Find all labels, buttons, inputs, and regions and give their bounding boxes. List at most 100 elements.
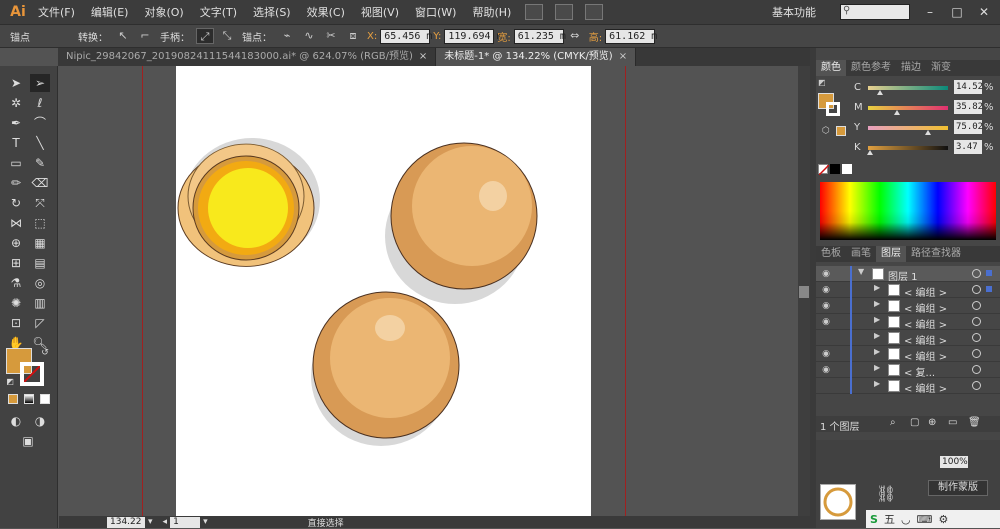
black-track[interactable] xyxy=(868,146,948,150)
tab-nipic-document[interactable]: Nipic_29842067_20190824111544183000.ai* … xyxy=(58,48,437,66)
menu-edit[interactable]: 编辑(E) xyxy=(83,4,137,20)
zoom-dropdown-icon[interactable]: ▾ xyxy=(148,517,153,527)
menu-window[interactable]: 窗口(W) xyxy=(407,4,464,20)
layer-name[interactable]: < 编组 > xyxy=(904,380,947,395)
pencil-tool-icon[interactable]: ✏ xyxy=(6,174,26,192)
connect-endpoints-icon[interactable]: ∿ xyxy=(300,28,318,44)
cyan-thumb[interactable] xyxy=(877,90,883,95)
visibility-eye-icon[interactable] xyxy=(819,331,833,345)
magenta-thumb[interactable] xyxy=(893,110,900,115)
default-colors-icon[interactable]: ◩ xyxy=(4,376,16,388)
layer-row[interactable]: ▶ < 编组 > xyxy=(816,378,1000,395)
layer-row[interactable]: ◉ ▶ < 编组 > xyxy=(816,298,1000,315)
arrange-documents-icon[interactable] xyxy=(555,4,574,20)
visibility-eye-icon[interactable]: ◉ xyxy=(819,299,833,313)
menu-file[interactable]: 文件(F) xyxy=(30,4,83,20)
layer-name[interactable]: < 复... xyxy=(904,364,935,379)
minimize-button[interactable]: – xyxy=(918,3,942,21)
punctuation-icon[interactable]: ◡ xyxy=(901,513,911,526)
none-mode-icon[interactable] xyxy=(40,394,50,404)
new-sublayer-icon[interactable]: ⊕ xyxy=(928,417,936,428)
layer-row-top[interactable]: ◉ ▼ 图层 1 xyxy=(816,266,1000,283)
expand-arrow-icon[interactable]: ▶ xyxy=(874,347,880,356)
expand-arrow-icon[interactable]: ▼ xyxy=(858,267,864,276)
remove-anchor-icon[interactable]: ⌁ xyxy=(278,28,296,44)
delete-layer-icon[interactable]: 🗑︎ xyxy=(968,417,981,428)
hide-handles-icon[interactable]: ⤡ xyxy=(218,28,236,44)
zoom-field[interactable]: 134.22 xyxy=(107,516,145,528)
perspective-grid-tool-icon[interactable]: ▦ xyxy=(30,234,50,252)
tab-stroke[interactable]: 描边 xyxy=(896,60,926,76)
gradient-mode-icon[interactable] xyxy=(24,394,34,404)
ime-logo-icon[interactable]: S xyxy=(870,513,878,526)
new-layer-icon[interactable]: ▭ xyxy=(948,417,957,428)
white-swatch[interactable] xyxy=(842,164,852,174)
target-circle-icon[interactable] xyxy=(972,381,981,390)
none-color-icon[interactable] xyxy=(818,164,830,176)
visibility-eye-icon[interactable] xyxy=(819,379,833,393)
transparency-thumbnail[interactable] xyxy=(820,484,856,520)
width-tool-icon[interactable]: ⋈ xyxy=(6,214,26,232)
color-mode-icon[interactable] xyxy=(8,394,18,404)
artboard-tool-icon[interactable]: ⊡ xyxy=(6,314,26,332)
workspace-switcher[interactable]: 基本功能 xyxy=(772,4,816,20)
expand-arrow-icon[interactable]: ▶ xyxy=(874,331,880,340)
layer-name[interactable]: < 编组 > xyxy=(904,332,947,347)
yellow-track[interactable] xyxy=(868,126,948,130)
bridge-icon[interactable] xyxy=(525,4,544,20)
convert-to-corner-icon[interactable]: ↖ xyxy=(114,28,132,44)
curvature-tool-icon[interactable]: ⌒ xyxy=(30,114,50,132)
mesh-tool-icon[interactable]: ⊞ xyxy=(6,254,26,272)
lasso-tool-icon[interactable]: ℓ xyxy=(30,94,50,112)
visibility-eye-icon[interactable]: ◉ xyxy=(819,315,833,329)
menu-object[interactable]: 对象(O) xyxy=(136,4,191,20)
cut-path-icon[interactable]: ✂ xyxy=(322,28,340,44)
draw-inside-icon[interactable]: ◑ xyxy=(30,412,50,430)
settings-icon[interactable]: ⚙ xyxy=(938,513,948,526)
eyedropper-tool-icon[interactable]: ⚗ xyxy=(6,274,26,292)
rectangle-tool-icon[interactable]: ▭ xyxy=(6,154,26,172)
tab-color-guide[interactable]: 颜色参考 xyxy=(846,60,896,76)
make-mask-button[interactable]: 制作蒙版 xyxy=(928,480,988,496)
target-circle-icon[interactable] xyxy=(972,349,981,358)
magenta-track[interactable] xyxy=(868,106,948,110)
layer-name[interactable]: 图层 1 xyxy=(888,268,918,283)
target-circle-icon[interactable] xyxy=(972,285,981,294)
blend-tool-icon[interactable]: ◎ xyxy=(30,274,50,292)
visibility-eye-icon[interactable]: ◉ xyxy=(819,283,833,297)
magenta-value[interactable]: 35.82 xyxy=(954,100,983,114)
draw-mode-icon[interactable]: ◐ xyxy=(6,412,26,430)
isolate-object-icon[interactable]: ⧈ xyxy=(344,28,362,44)
direct-selection-tool-icon[interactable]: ➢ xyxy=(30,74,50,92)
layer-row[interactable]: ◉ ▶ < 编组 > xyxy=(816,314,1000,331)
symbol-sprayer-tool-icon[interactable]: ✺ xyxy=(6,294,26,312)
menu-view[interactable]: 视图(V) xyxy=(353,4,407,20)
paintbrush-tool-icon[interactable]: ✎ xyxy=(30,154,50,172)
pen-tool-icon[interactable]: ✒ xyxy=(6,114,26,132)
selection-tool-icon[interactable]: ➤ xyxy=(6,74,26,92)
ime-mode-label[interactable]: 五 xyxy=(884,511,895,527)
link-proportions-icon[interactable]: ⇔ xyxy=(566,28,584,44)
convert-to-smooth-icon[interactable]: ⌐ xyxy=(136,28,154,44)
tab-brushes[interactable]: 画笔 xyxy=(846,246,876,262)
visibility-eye-icon[interactable]: ◉ xyxy=(819,363,833,377)
close-tab-icon[interactable]: × xyxy=(619,51,627,62)
layer-name[interactable]: < 编组 > xyxy=(904,348,947,363)
menu-effect[interactable]: 效果(C) xyxy=(299,4,353,20)
show-handles-icon[interactable]: ⤢ xyxy=(196,28,214,44)
menu-type[interactable]: 文字(T) xyxy=(192,4,245,20)
target-circle-icon[interactable] xyxy=(972,333,981,342)
layer-row[interactable]: ▶ < 编组 > xyxy=(816,330,1000,347)
black-value[interactable]: 3.47 xyxy=(954,140,982,154)
expand-arrow-icon[interactable]: ▶ xyxy=(874,299,880,308)
screen-mode-icon[interactable]: ▣ xyxy=(18,432,38,450)
tab-pathfinder[interactable]: 路径查找器 xyxy=(906,246,966,262)
menu-select[interactable]: 选择(S) xyxy=(245,4,299,20)
keyboard-icon[interactable]: ⌨ xyxy=(917,513,933,526)
opacity-field[interactable]: 100% xyxy=(940,456,968,468)
artboard-field[interactable]: 1 xyxy=(170,516,201,528)
visibility-eye-icon[interactable]: ◉ xyxy=(819,267,833,281)
gradient-tool-icon[interactable]: ▤ xyxy=(30,254,50,272)
color-spectrum[interactable] xyxy=(820,182,996,240)
vertical-scrollbar[interactable] xyxy=(798,66,810,516)
